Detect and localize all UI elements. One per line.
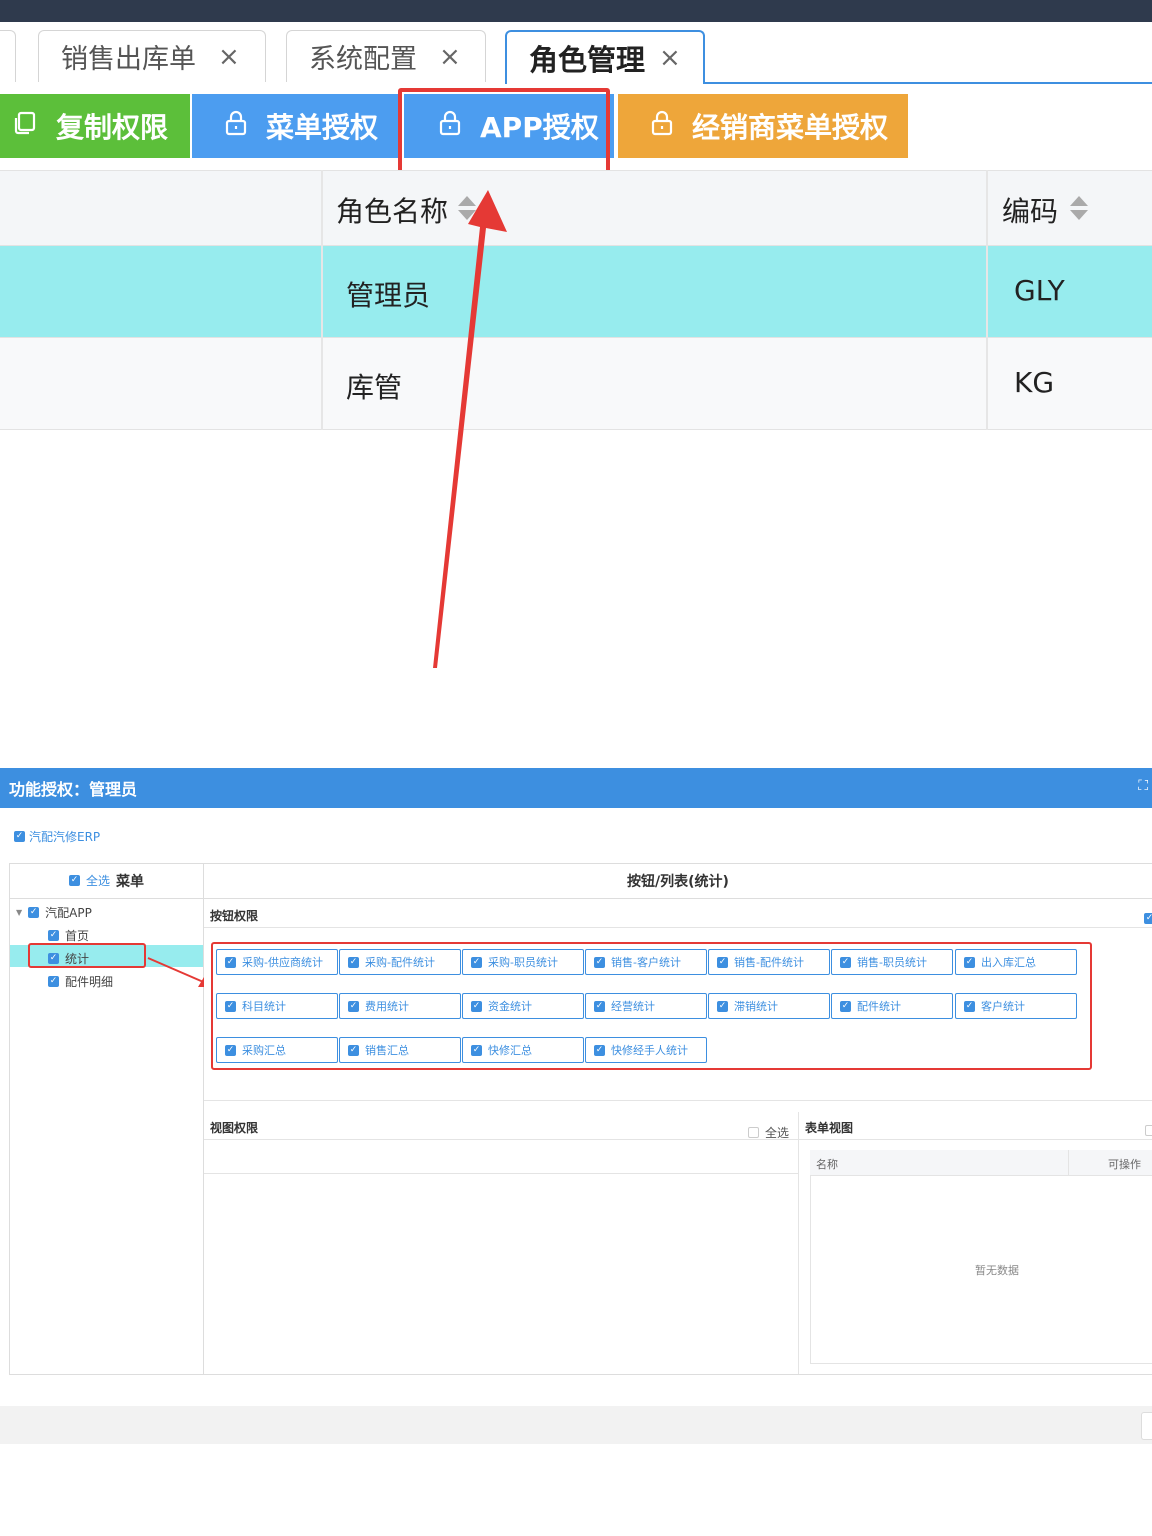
column-divider bbox=[1068, 1150, 1069, 1176]
maximize-icon[interactable]: ⛶ bbox=[1138, 778, 1148, 794]
empty-data-text: 暂无数据 bbox=[975, 1264, 1019, 1277]
footer-button-partial[interactable] bbox=[1141, 1412, 1152, 1440]
erp-label: 汽配汽修ERP bbox=[29, 830, 101, 844]
view-permission-label: 视图权限 bbox=[210, 1121, 259, 1135]
menu-title: 菜单 bbox=[116, 873, 144, 890]
caret-down-icon[interactable]: ▼ bbox=[16, 908, 22, 917]
annotation-highlight-buttons bbox=[211, 942, 1092, 1070]
select-all-label: 全选 bbox=[85, 874, 110, 888]
tree-node-label: 汽配APP bbox=[45, 906, 92, 920]
tree-node-parts-detail[interactable]: ✓ 配件明细 bbox=[48, 973, 113, 990]
checkbox-checked-icon[interactable]: ✓ bbox=[48, 930, 59, 941]
checkbox-checked-icon[interactable]: ✓ bbox=[14, 831, 25, 842]
form-view-table-header: 名称 可操作 bbox=[810, 1150, 1152, 1176]
annotation-arrow bbox=[433, 190, 507, 668]
form-view-table bbox=[810, 1150, 1152, 1364]
dialog-title-bar: 功能授权：管理员 bbox=[0, 768, 1152, 808]
checkbox-checked-icon[interactable]: ✓ bbox=[48, 976, 59, 987]
checkbox-empty-icon[interactable] bbox=[1145, 1125, 1152, 1136]
permission-panel-title: 按钮/列表(统计) bbox=[204, 863, 1152, 899]
dialog-footer bbox=[0, 1406, 1152, 1444]
select-all-checkbox[interactable]: ✓ bbox=[68, 875, 80, 886]
divider bbox=[204, 927, 1152, 928]
divider bbox=[798, 1112, 799, 1374]
tree-node-home[interactable]: ✓ 首页 bbox=[48, 927, 89, 944]
checkbox-empty-icon[interactable] bbox=[748, 1127, 759, 1138]
annotation-highlight-statistics bbox=[28, 943, 146, 968]
button-permission-label: 按钮权限 bbox=[210, 909, 259, 923]
tree-node-label: 首页 bbox=[65, 929, 90, 943]
form-view-label: 表单视图 bbox=[805, 1121, 854, 1135]
checkbox-checked-icon[interactable]: ✓ bbox=[28, 907, 40, 918]
erp-checkbox[interactable]: ✓ 汽配汽修ERP bbox=[14, 828, 100, 845]
tree-node-app[interactable]: ▼ ✓ 汽配APP bbox=[16, 904, 92, 921]
divider bbox=[204, 1139, 798, 1140]
tree-node-label: 配件明细 bbox=[65, 975, 114, 989]
menu-tree-header: ✓ 全选 菜单 bbox=[9, 863, 204, 899]
column-name: 名称 bbox=[816, 1158, 838, 1171]
divider bbox=[204, 1100, 1152, 1101]
menu-tree-panel bbox=[9, 863, 204, 1375]
divider bbox=[204, 1173, 798, 1174]
divider bbox=[798, 1139, 1152, 1140]
column-operable: 可操作 bbox=[1108, 1158, 1141, 1171]
dialog-title: 功能授权：管理员 bbox=[9, 780, 138, 799]
checkbox-checked-icon[interactable]: ✓ bbox=[1144, 913, 1152, 924]
